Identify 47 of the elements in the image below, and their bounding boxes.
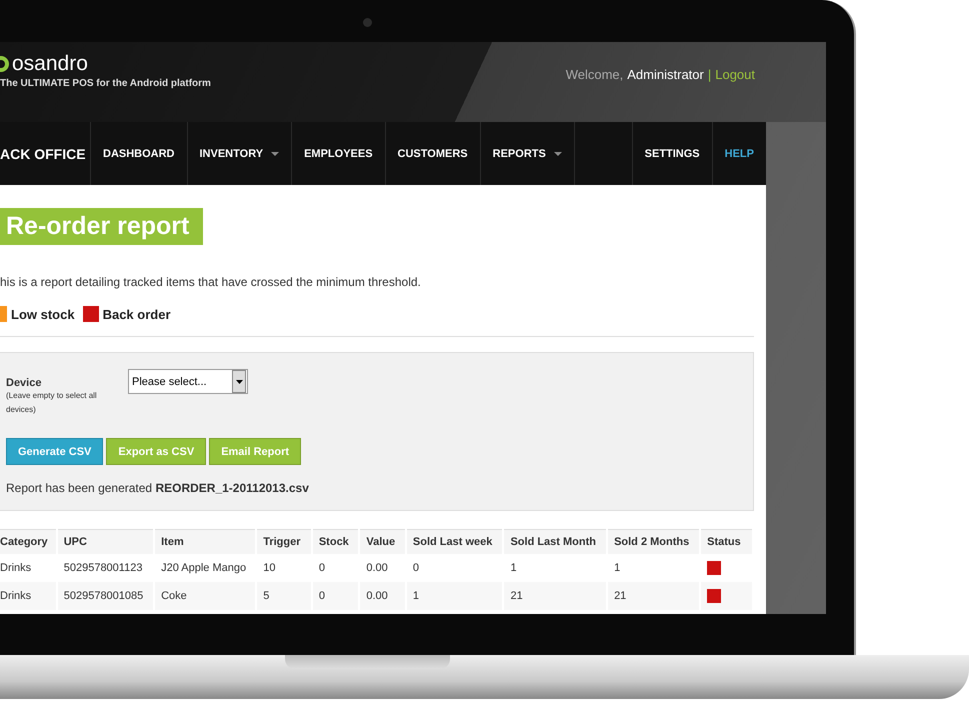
description: his is a report detailing tracked items that have crossed the minimum threshold. [0, 275, 422, 289]
caret-icon [271, 152, 280, 156]
device-select[interactable]: Please select... [128, 369, 248, 394]
table-cell-text: 0.00 [365, 561, 389, 576]
legend-label: Back order [102, 306, 170, 322]
separator: | [708, 67, 712, 82]
page-title: Re-order report [0, 208, 204, 245]
table-cell-text: 10 [262, 561, 276, 576]
table-cell: 5029578001085 [58, 582, 154, 610]
column-header: Sold Last Month [504, 529, 606, 554]
column-header: Status [701, 529, 752, 554]
device-hint: (Leave empty to select all devices) [6, 390, 98, 416]
caret-icon [554, 152, 562, 156]
table-cell: Drinks [0, 582, 56, 610]
logo-text: osandro [12, 52, 88, 76]
column-header: Sold Last week [406, 529, 502, 554]
table-cell-text: 1 [509, 561, 518, 576]
table-cell: 1 [406, 582, 502, 610]
tagline: The ULTIMATE POS for the Android platform [0, 78, 211, 89]
device-label: Device [6, 377, 42, 389]
table-cell-text: J20 Apple Mango [160, 561, 248, 576]
table-cell-text: 5029578001123 [62, 561, 144, 576]
column-header: Category [0, 529, 56, 554]
column-header: Value [360, 529, 405, 554]
user-name: Administrator [627, 67, 704, 82]
status-message: Report has been generated REORDER_1-20112013.csv [6, 481, 310, 495]
table-cell: 5 [257, 582, 311, 610]
table-cell-text: 1 [613, 561, 622, 576]
legend-label: Low stock [11, 306, 75, 322]
column-header: UPC [58, 529, 154, 554]
table-cell-text: 0 [412, 561, 420, 576]
table-cell: 0.00 [360, 582, 405, 610]
column-header: Sold 2 Months [608, 529, 700, 554]
table-cell-text: Drinks [0, 561, 32, 576]
table-cell: 21 [608, 582, 700, 610]
column-header: Item [155, 529, 256, 554]
camera-icon [363, 18, 372, 27]
logo-icon [0, 55, 10, 73]
table-cell: 0 [312, 582, 358, 610]
column-header: Stock [312, 529, 358, 554]
table-cell: 21 [504, 582, 606, 610]
logout-link[interactable]: Logout [715, 67, 755, 82]
table-cell: Coke [155, 582, 256, 610]
dropdown-icon [232, 370, 246, 393]
welcome-text: Welcome, [566, 67, 624, 82]
table-cell-text: 0 [318, 561, 326, 576]
column-header: Trigger [257, 529, 311, 554]
